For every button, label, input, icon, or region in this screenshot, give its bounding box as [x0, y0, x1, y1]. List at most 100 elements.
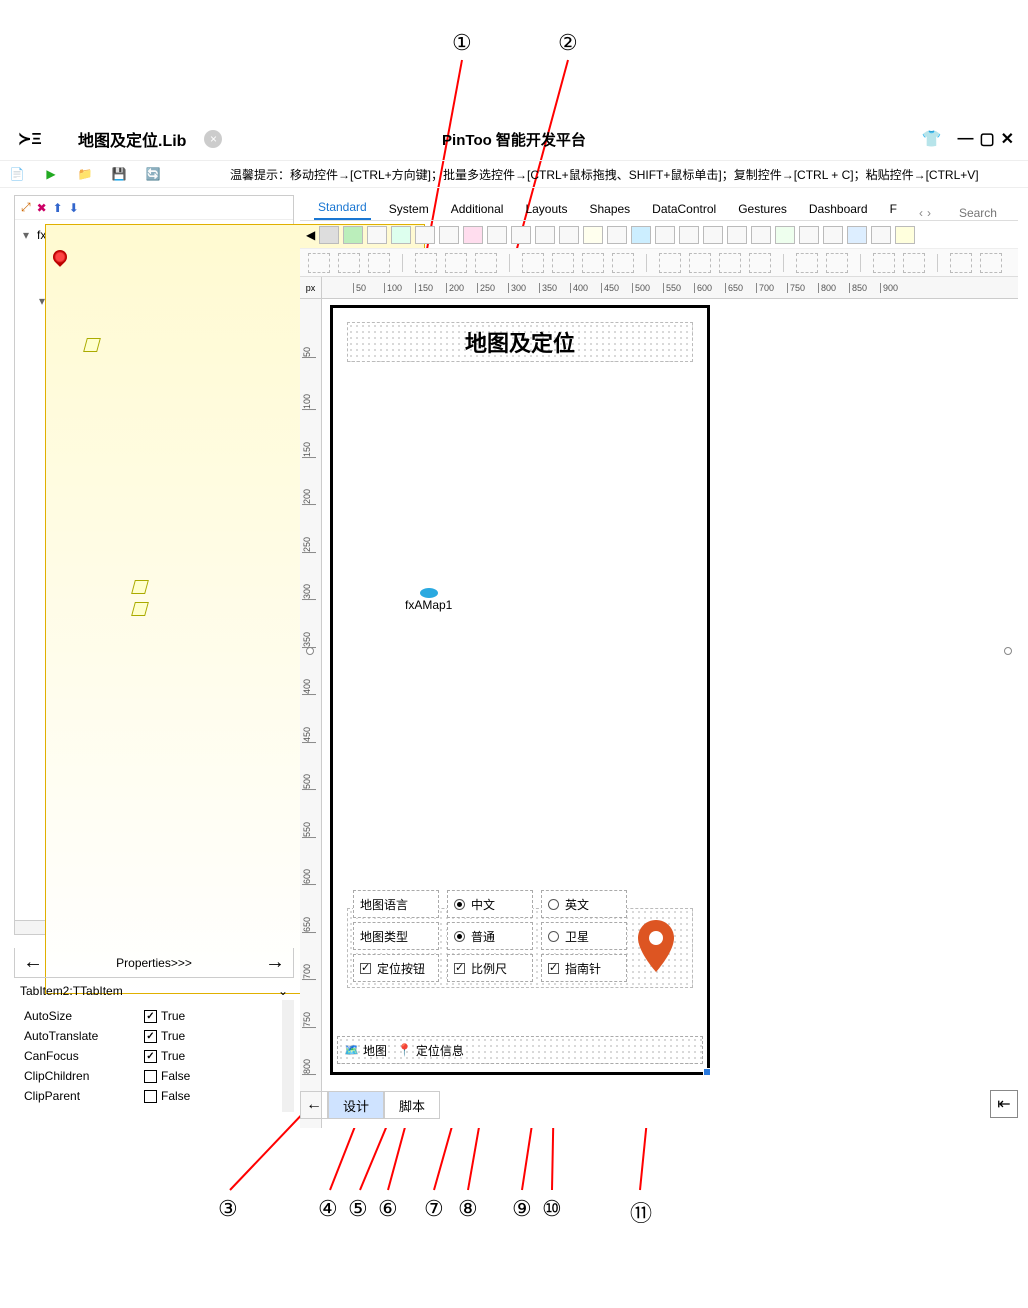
send-back-icon[interactable]	[903, 253, 925, 273]
tree-node-root[interactable]: ▾fxRunFrame	[21, 224, 291, 246]
next-prop-button[interactable]: →	[257, 951, 293, 974]
palette-tab-dashboard[interactable]: Dashboard	[805, 198, 872, 220]
guide-handle-right[interactable]	[1004, 647, 1012, 655]
tool-21-icon[interactable]	[799, 226, 819, 244]
prop-CanFocus[interactable]: CanFocus✓True	[24, 1046, 284, 1066]
run-frame[interactable]: 地图及定位 fxAMap1 地图语言 中文 英文 地图类型 普通 卫星 定位按钮…	[330, 305, 710, 1075]
tab-bar[interactable]: 🗺️地图 📍定位信息	[337, 1036, 703, 1064]
prop-ClipParent[interactable]: ClipParentFalse	[24, 1086, 284, 1106]
guide-handle-left[interactable]	[306, 647, 314, 655]
radio-normal[interactable]: 普通	[447, 922, 533, 950]
tool-8-icon[interactable]	[487, 226, 507, 244]
flip-v-icon[interactable]	[980, 253, 1002, 273]
tool-ok-icon[interactable]	[343, 226, 363, 244]
space-h-icon[interactable]	[659, 253, 681, 273]
title-rectangle[interactable]: 地图及定位	[347, 322, 693, 362]
palette-search-input[interactable]	[959, 206, 1028, 220]
bring-front-icon[interactable]	[873, 253, 895, 273]
tool-10-icon[interactable]	[535, 226, 555, 244]
check-locbtn[interactable]: 定位按钮	[353, 954, 439, 982]
expand-icon[interactable]: ⤢	[21, 200, 31, 215]
tool-13-icon[interactable]	[607, 226, 627, 244]
flip-h-icon[interactable]	[950, 253, 972, 273]
palette-tab-datacontrol[interactable]: DataControl	[648, 198, 720, 220]
back-palette-icon[interactable]: ◀	[306, 228, 315, 242]
resize-handle[interactable]	[703, 1068, 711, 1076]
center-v-parent-icon[interactable]	[826, 253, 848, 273]
prev-prop-button[interactable]: ←	[15, 951, 51, 974]
tool-3-icon[interactable]	[367, 226, 387, 244]
upload-icon[interactable]: 🔄	[142, 163, 164, 185]
prop-AutoSize[interactable]: AutoSize✓True	[24, 1006, 284, 1026]
tool-15-icon[interactable]	[655, 226, 675, 244]
theme-icon[interactable]: 👕	[922, 129, 942, 149]
space-v-icon[interactable]	[689, 253, 711, 273]
down-icon[interactable]: ⬇	[69, 201, 79, 215]
palette-tab-system[interactable]: System	[385, 198, 433, 220]
footer-back-button[interactable]: ←	[300, 1091, 328, 1119]
maximize-button[interactable]: ▢	[979, 129, 994, 149]
palette-tab-f[interactable]: F	[886, 198, 901, 220]
component-tree[interactable]: ▾fxRunFramefxAMap1fxRectangle1▾fxLayout1…	[15, 220, 293, 920]
checkbox-icon[interactable]: ✓	[144, 1050, 157, 1063]
minimize-button[interactable]: —	[957, 130, 973, 148]
palette-tab-shapes[interactable]: Shapes	[585, 198, 634, 220]
script-view-tab[interactable]: 脚本	[384, 1091, 440, 1119]
tool-20-icon[interactable]	[775, 226, 795, 244]
tool-pointer-icon[interactable]	[319, 226, 339, 244]
prop-v-scrollbar[interactable]	[282, 1000, 294, 1112]
palette-prev-icon[interactable]: ‹	[919, 206, 923, 220]
tool-25-icon[interactable]	[895, 226, 915, 244]
tool-17-icon[interactable]	[703, 226, 723, 244]
radio-sat[interactable]: 卫星	[541, 922, 627, 950]
right-collapse-button[interactable]: ⇤	[990, 1090, 1018, 1118]
align-right-icon[interactable]	[368, 253, 390, 273]
tool-11-icon[interactable]	[559, 226, 579, 244]
checkbox-icon[interactable]	[144, 1090, 157, 1103]
radio-cn[interactable]: 中文	[447, 890, 533, 918]
palette-tab-gestures[interactable]: Gestures	[734, 198, 791, 220]
close-document-button[interactable]: ×	[204, 130, 222, 148]
tool-7-icon[interactable]	[463, 226, 483, 244]
tool-6-icon[interactable]	[439, 226, 459, 244]
save-icon[interactable]: 💾	[108, 163, 130, 185]
group-icon[interactable]	[719, 253, 741, 273]
tool-9-icon[interactable]	[511, 226, 531, 244]
collapse-prop-icon[interactable]: ⌄	[278, 984, 288, 998]
align-center-h-icon[interactable]	[338, 253, 360, 273]
collapse-icon[interactable]: ✖	[37, 201, 47, 215]
palette-tab-additional[interactable]: Additional	[447, 198, 508, 220]
palette-tab-layouts[interactable]: Layouts	[521, 198, 571, 220]
check-compass[interactable]: 指南针	[541, 954, 627, 982]
super-button-pin[interactable]	[635, 920, 677, 972]
distribute-v-icon[interactable]	[552, 253, 574, 273]
align-left-icon[interactable]	[308, 253, 330, 273]
palette-next-icon[interactable]: ›	[927, 206, 931, 220]
prop-ClipChildren[interactable]: ClipChildrenFalse	[24, 1066, 284, 1086]
tool-5-icon[interactable]	[415, 226, 435, 244]
center-h-parent-icon[interactable]	[796, 253, 818, 273]
checkbox-icon[interactable]: ✓	[144, 1010, 157, 1023]
design-view-tab[interactable]: 设计	[328, 1091, 384, 1119]
tool-4-icon[interactable]	[391, 226, 411, 244]
align-top-icon[interactable]	[415, 253, 437, 273]
tool-14-icon[interactable]	[631, 226, 651, 244]
radio-en[interactable]: 英文	[541, 890, 627, 918]
run-icon[interactable]: ▶	[40, 163, 62, 185]
tool-24-icon[interactable]	[871, 226, 891, 244]
close-button[interactable]: ✕	[1001, 129, 1014, 149]
ungroup-icon[interactable]	[749, 253, 771, 273]
checkbox-icon[interactable]	[144, 1070, 157, 1083]
same-height-icon[interactable]	[612, 253, 634, 273]
properties-link[interactable]: Properties>>>	[116, 956, 192, 970]
check-scale[interactable]: 比例尺	[447, 954, 533, 982]
same-width-icon[interactable]	[582, 253, 604, 273]
tool-22-icon[interactable]	[823, 226, 843, 244]
tool-19-icon[interactable]	[751, 226, 771, 244]
tool-18-icon[interactable]	[727, 226, 747, 244]
amap-object[interactable]: fxAMap1	[405, 588, 452, 612]
tool-16-icon[interactable]	[679, 226, 699, 244]
distribute-h-icon[interactable]	[522, 253, 544, 273]
align-center-v-icon[interactable]	[445, 253, 467, 273]
tool-23-icon[interactable]	[847, 226, 867, 244]
